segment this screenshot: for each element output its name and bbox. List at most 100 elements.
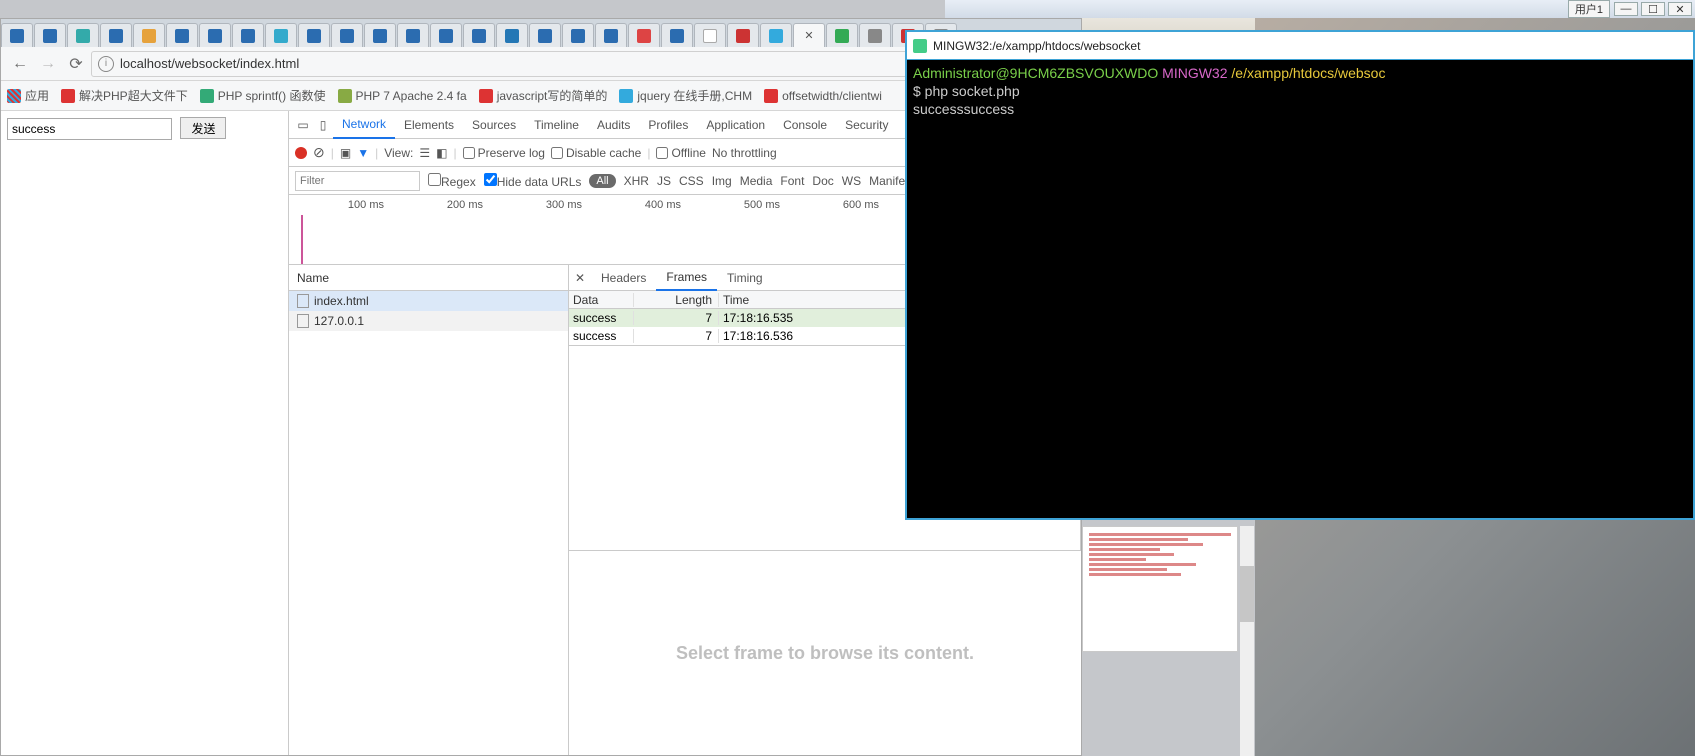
- maximize-btn[interactable]: ☐: [1641, 2, 1665, 16]
- tab[interactable]: [397, 23, 429, 47]
- filter-manifest[interactable]: Manife: [869, 174, 905, 188]
- filter-all[interactable]: All: [589, 174, 615, 188]
- tab[interactable]: [496, 23, 528, 47]
- tab[interactable]: [1, 23, 33, 47]
- tab-console[interactable]: Console: [774, 111, 836, 139]
- throttling-select[interactable]: No throttling: [712, 146, 777, 160]
- request-row[interactable]: 127.0.0.1: [289, 311, 568, 331]
- filter-media[interactable]: Media: [740, 174, 773, 188]
- tab[interactable]: [265, 23, 297, 47]
- tab[interactable]: [760, 23, 792, 47]
- terminal-line: successsuccess: [913, 100, 1687, 118]
- minimize-btn[interactable]: —: [1614, 2, 1638, 16]
- apps-button[interactable]: 应用: [7, 87, 49, 104]
- regex-check[interactable]: Regex: [428, 173, 476, 189]
- tab[interactable]: [199, 23, 231, 47]
- record-button[interactable]: [295, 147, 307, 159]
- close-icon[interactable]: ✕: [569, 271, 591, 285]
- col-length[interactable]: Length: [634, 293, 719, 307]
- tab[interactable]: [562, 23, 594, 47]
- tab-audits[interactable]: Audits: [588, 111, 639, 139]
- tab[interactable]: [661, 23, 693, 47]
- tab-headers[interactable]: Headers: [591, 265, 656, 291]
- inspect-icon[interactable]: ▭: [293, 118, 313, 132]
- tab[interactable]: [100, 23, 132, 47]
- filter-css[interactable]: CSS: [679, 174, 704, 188]
- tab[interactable]: [529, 23, 561, 47]
- bookmark-item[interactable]: PHP 7 Apache 2.4 fa: [338, 89, 467, 103]
- clear-icon[interactable]: ⊘: [313, 144, 325, 161]
- filter-input[interactable]: [295, 171, 420, 191]
- tab[interactable]: [331, 23, 363, 47]
- close-btn[interactable]: ✕: [1668, 2, 1692, 16]
- view-list-icon[interactable]: ☰: [419, 146, 430, 160]
- terminal-body[interactable]: Administrator@9HCM6ZBSVOUXWDO MINGW32 /e…: [907, 60, 1693, 518]
- send-button[interactable]: 发送: [180, 117, 226, 139]
- bookmark-item[interactable]: PHP sprintf() 函数使: [200, 87, 326, 104]
- tab[interactable]: [859, 23, 891, 47]
- hide-urls-check[interactable]: Hide data URLs: [484, 173, 582, 189]
- tab[interactable]: [826, 23, 858, 47]
- filter-js[interactable]: JS: [657, 174, 671, 188]
- file-icon: [297, 314, 309, 328]
- tab-sources[interactable]: Sources: [463, 111, 525, 139]
- tab[interactable]: [34, 23, 66, 47]
- disable-cache-check[interactable]: Disable cache: [551, 146, 641, 160]
- tab[interactable]: [463, 23, 495, 47]
- request-row[interactable]: index.html: [289, 291, 568, 311]
- tab[interactable]: [67, 23, 99, 47]
- forward-button[interactable]: →: [35, 51, 61, 77]
- timeline-marker: [301, 215, 303, 264]
- bookmark-item[interactable]: 解决PHP超大文件下: [61, 87, 188, 104]
- frame-placeholder: Select frame to browse its content.: [569, 550, 1081, 755]
- terminal-titlebar[interactable]: MINGW32:/e/xampp/htdocs/websocket: [907, 32, 1693, 60]
- device-icon[interactable]: ▯: [313, 118, 333, 132]
- tab[interactable]: [298, 23, 330, 47]
- tab[interactable]: [628, 23, 660, 47]
- filter-font[interactable]: Font: [780, 174, 804, 188]
- info-icon[interactable]: i: [98, 56, 114, 72]
- terminal-line: $ php socket.php: [913, 82, 1687, 100]
- tab-elements[interactable]: Elements: [395, 111, 463, 139]
- tab[interactable]: [694, 23, 726, 47]
- tab[interactable]: [595, 23, 627, 47]
- message-input[interactable]: [7, 118, 172, 140]
- tab[interactable]: [430, 23, 462, 47]
- tab-network[interactable]: Network: [333, 111, 395, 139]
- filter-xhr[interactable]: XHR: [624, 174, 649, 188]
- tab-profiles[interactable]: Profiles: [639, 111, 697, 139]
- tab[interactable]: [133, 23, 165, 47]
- tab-frames[interactable]: Frames: [656, 265, 717, 291]
- filter-doc[interactable]: Doc: [812, 174, 833, 188]
- column-name[interactable]: Name: [289, 265, 568, 291]
- scrollbar[interactable]: [1240, 526, 1254, 756]
- view-frame-icon[interactable]: ◧: [436, 146, 447, 160]
- bookmark-item[interactable]: javascript写的简单的: [479, 87, 608, 104]
- preserve-log-check[interactable]: Preserve log: [463, 146, 545, 160]
- tab[interactable]: [727, 23, 759, 47]
- tab-active[interactable]: ✕: [793, 23, 825, 47]
- tab-security[interactable]: Security: [836, 111, 897, 139]
- tab-timing[interactable]: Timing: [717, 265, 773, 291]
- bookmark-item[interactable]: offsetwidth/clientwi: [764, 89, 882, 103]
- terminal-title: MINGW32:/e/xampp/htdocs/websocket: [933, 39, 1140, 53]
- camera-icon[interactable]: ▣: [340, 146, 351, 160]
- filter-ws[interactable]: WS: [842, 174, 861, 188]
- scrollbar-thumb[interactable]: [1240, 566, 1254, 622]
- tab-application[interactable]: Application: [697, 111, 774, 139]
- filter-img[interactable]: Img: [712, 174, 732, 188]
- tab[interactable]: [166, 23, 198, 47]
- back-button[interactable]: ←: [7, 51, 33, 77]
- windows-titlebar: 用户1 — ☐ ✕: [945, 0, 1695, 18]
- request-list: Name index.html 127.0.0.1: [289, 265, 569, 755]
- tab[interactable]: [232, 23, 264, 47]
- tab-timeline[interactable]: Timeline: [525, 111, 588, 139]
- bookmark-item[interactable]: jquery 在线手册,CHM: [619, 87, 752, 104]
- filter-icon[interactable]: ▼: [357, 146, 369, 160]
- user-indicator[interactable]: 用户1: [1568, 0, 1610, 18]
- offline-check[interactable]: Offline: [656, 146, 705, 160]
- col-data[interactable]: Data: [569, 293, 634, 307]
- tab[interactable]: [364, 23, 396, 47]
- reload-button[interactable]: ⟳: [63, 51, 89, 77]
- preview-thumbnail[interactable]: [1082, 526, 1238, 652]
